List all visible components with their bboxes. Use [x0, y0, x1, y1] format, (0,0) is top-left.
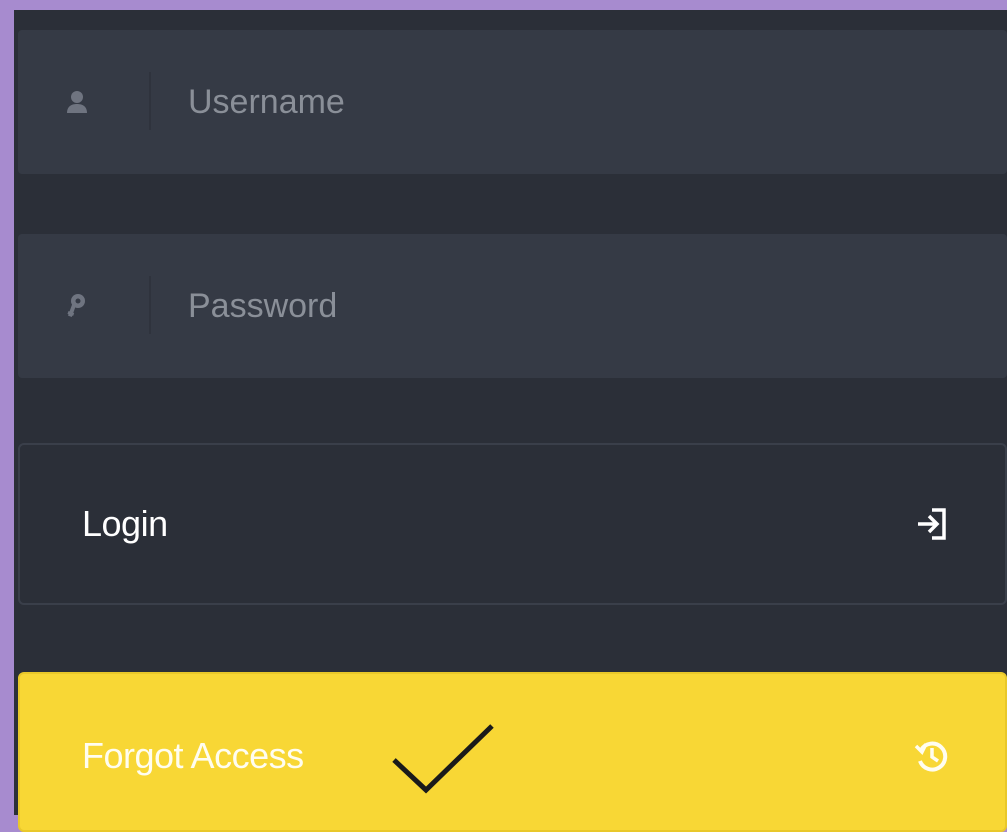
username-input[interactable]	[188, 30, 968, 174]
login-button[interactable]: Login	[18, 443, 1007, 605]
login-button-label: Login	[82, 503, 168, 544]
history-icon	[912, 736, 952, 776]
user-icon	[62, 87, 92, 117]
field-divider	[149, 276, 151, 334]
checkmark-icon	[392, 724, 494, 794]
field-divider	[149, 72, 151, 130]
sign-in-icon	[912, 504, 952, 544]
password-input[interactable]	[188, 234, 968, 378]
username-field[interactable]	[18, 30, 1007, 174]
forgot-access-button[interactable]: Forgot Access	[18, 672, 1007, 832]
password-field[interactable]	[18, 234, 1007, 378]
forgot-access-button-label: Forgot Access	[82, 735, 304, 776]
login-panel: Login Forgot Access	[14, 10, 1007, 832]
key-icon	[62, 291, 92, 321]
